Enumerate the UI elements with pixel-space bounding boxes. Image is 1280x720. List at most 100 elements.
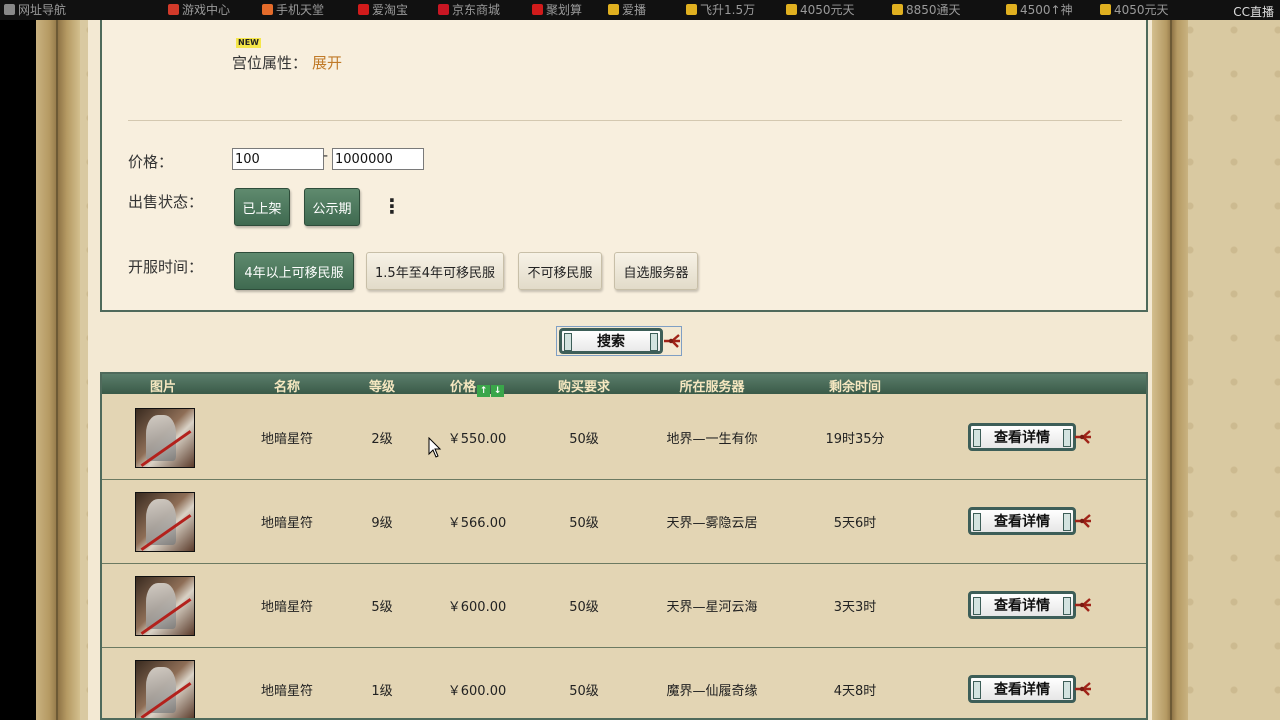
bookmark-item[interactable]: 飞升1.5万	[686, 3, 755, 19]
bookmark-icon	[438, 4, 449, 15]
item-requirement: 50级	[569, 600, 599, 615]
bookmark-item[interactable]: 手机天堂	[262, 3, 324, 19]
server-4yr-plus-button[interactable]: 4年以上可移民服	[234, 252, 354, 290]
item-level: 5级	[371, 600, 393, 615]
view-detail-button[interactable]: 查看详情	[968, 423, 1076, 451]
item-price: ￥566.00	[447, 516, 507, 531]
header-name: 名称	[273, 380, 300, 395]
bookmark-icon	[358, 4, 369, 15]
price-min-input[interactable]	[232, 148, 324, 170]
bookmark-icon	[608, 4, 619, 15]
bookmark-item[interactable]: 聚划算	[532, 3, 582, 19]
header-server: 所在服务器	[679, 380, 745, 395]
header-price[interactable]: 价格 ↑ ↓	[432, 376, 522, 397]
bookmark-icon	[1006, 4, 1017, 15]
table-header: 图片 名称 等级 价格 ↑ ↓ 购买要求 所在服务器 剩余时间	[102, 374, 1146, 397]
table-row: 地暗星符 9级 ￥566.00 50级 天界—雾隐云居 5天6时 查看详情	[102, 480, 1146, 564]
mouse-cursor-icon	[428, 437, 442, 458]
bookmark-icon	[1100, 4, 1111, 15]
price-separator: -	[323, 148, 329, 164]
header-remaining: 剩余时间	[828, 380, 881, 395]
item-remaining: 3天3时	[833, 600, 877, 615]
bookmark-icon	[892, 4, 903, 15]
bookmark-item[interactable]: 4050元天	[786, 3, 855, 19]
item-name: 地暗星符	[260, 516, 313, 531]
item-name: 地暗星符	[260, 432, 313, 447]
table-row: 地暗星符 5级 ￥600.00 50级 天界—星河云海 3天3时 查看详情	[102, 564, 1146, 648]
page: NEW 宫位属性： 展开 价格： - 出售状态： 已上架 公示期 ⋮ 开服时间：…	[36, 20, 1280, 720]
cc-live-logo: CC直播	[1233, 5, 1274, 19]
status-listed-button[interactable]: 已上架	[234, 188, 290, 226]
price-label: 价格：	[128, 153, 174, 171]
tassel-icon	[1075, 514, 1091, 528]
item-requirement: 50级	[569, 432, 599, 447]
tassel-icon	[1075, 430, 1091, 444]
item-level: 1级	[371, 684, 393, 699]
view-detail-button[interactable]: 查看详情	[968, 507, 1076, 535]
table-row: 地暗星符 1级 ￥600.00 50级 魔界—仙履奇缘 4天8时 查看详情	[102, 648, 1146, 718]
tassel-icon	[1075, 682, 1091, 696]
custom-server-button[interactable]: 自选服务器	[614, 252, 698, 290]
item-thumbnail[interactable]	[135, 408, 195, 468]
bookmark-icon	[532, 4, 543, 15]
header-price-label: 价格	[449, 380, 476, 395]
filter-panel: NEW 宫位属性： 展开 价格： - 出售状态： 已上架 公示期 ⋮ 开服时间：…	[100, 20, 1148, 312]
item-thumbnail[interactable]	[135, 492, 195, 552]
price-max-input[interactable]	[332, 148, 424, 170]
header-image: 图片	[149, 380, 176, 395]
server-non-migrate-button[interactable]: 不可移民服	[518, 252, 602, 290]
sale-status-label: 出售状态：	[128, 193, 204, 211]
server-time-label: 开服时间：	[128, 258, 204, 276]
item-price: ￥600.00	[447, 600, 507, 615]
item-server: 地界—一生有你	[666, 432, 758, 447]
item-level: 2级	[371, 432, 393, 447]
tassel-icon	[664, 334, 680, 348]
item-price: ￥550.00	[447, 432, 507, 447]
item-server: 天界—雾隐云居	[666, 516, 758, 531]
header-level: 等级	[368, 380, 395, 395]
bookmark-item[interactable]: 游戏中心	[168, 3, 230, 19]
item-level: 9级	[371, 516, 393, 531]
item-name: 地暗星符	[260, 684, 313, 699]
decorative-border-right	[1152, 20, 1188, 720]
bookmark-icon	[786, 4, 797, 15]
bookmark-icon	[686, 4, 697, 15]
bookmark-item[interactable]: 爱淘宝	[358, 3, 408, 19]
palace-attribute-label: 宫位属性：	[232, 54, 308, 72]
view-detail-button[interactable]: 查看详情	[968, 591, 1076, 619]
search-button[interactable]: 搜索	[556, 326, 682, 356]
more-options-icon[interactable]: ⋮	[382, 196, 402, 216]
bookmark-item[interactable]: 网址导航	[4, 3, 66, 19]
table-row: 地暗星符 2级 ￥550.00 50级 地界—一生有你 19时35分 查看详情	[102, 396, 1146, 480]
new-badge: NEW	[236, 38, 261, 48]
item-server: 天界—星河云海	[666, 600, 758, 615]
server-1-5-to-4yr-button[interactable]: 1.5年至4年可移民服	[366, 252, 504, 290]
bookmark-item[interactable]: 京东商城	[438, 3, 500, 19]
bookmark-item[interactable]: 4050元天	[1100, 3, 1169, 19]
item-remaining: 19时35分	[825, 432, 885, 447]
item-remaining: 5天6时	[833, 516, 877, 531]
status-publicity-button[interactable]: 公示期	[304, 188, 360, 226]
item-price: ￥600.00	[447, 684, 507, 699]
item-requirement: 50级	[569, 516, 599, 531]
tassel-icon	[1075, 598, 1091, 612]
bookmark-icon	[262, 4, 273, 15]
item-thumbnail[interactable]	[135, 660, 195, 718]
item-thumbnail[interactable]	[135, 576, 195, 636]
view-detail-button[interactable]: 查看详情	[968, 675, 1076, 703]
item-remaining: 4天8时	[833, 684, 877, 699]
bookmark-item[interactable]: 8850通天	[892, 3, 961, 19]
bookmark-item[interactable]: 爱播	[608, 3, 646, 19]
header-requirement: 购买要求	[557, 380, 610, 395]
results-table: 图片 名称 等级 价格 ↑ ↓ 购买要求 所在服务器 剩余时间 地暗星符 2级 ￥5…	[100, 372, 1148, 720]
item-name: 地暗星符	[260, 600, 313, 615]
decorative-border-left	[36, 20, 80, 720]
item-requirement: 50级	[569, 684, 599, 699]
bookmark-icon	[168, 4, 179, 15]
bookmark-bar: 网址导航 游戏中心 手机天堂 爱淘宝 京东商城 聚划算 爱播 飞升1.5万 40…	[0, 0, 1280, 20]
expand-link[interactable]: 展开	[312, 52, 342, 73]
bookmark-item[interactable]: 4500↑神	[1006, 3, 1073, 19]
search-scroll[interactable]: 搜索	[559, 328, 663, 354]
divider	[128, 120, 1122, 121]
bookmark-icon	[4, 4, 15, 15]
